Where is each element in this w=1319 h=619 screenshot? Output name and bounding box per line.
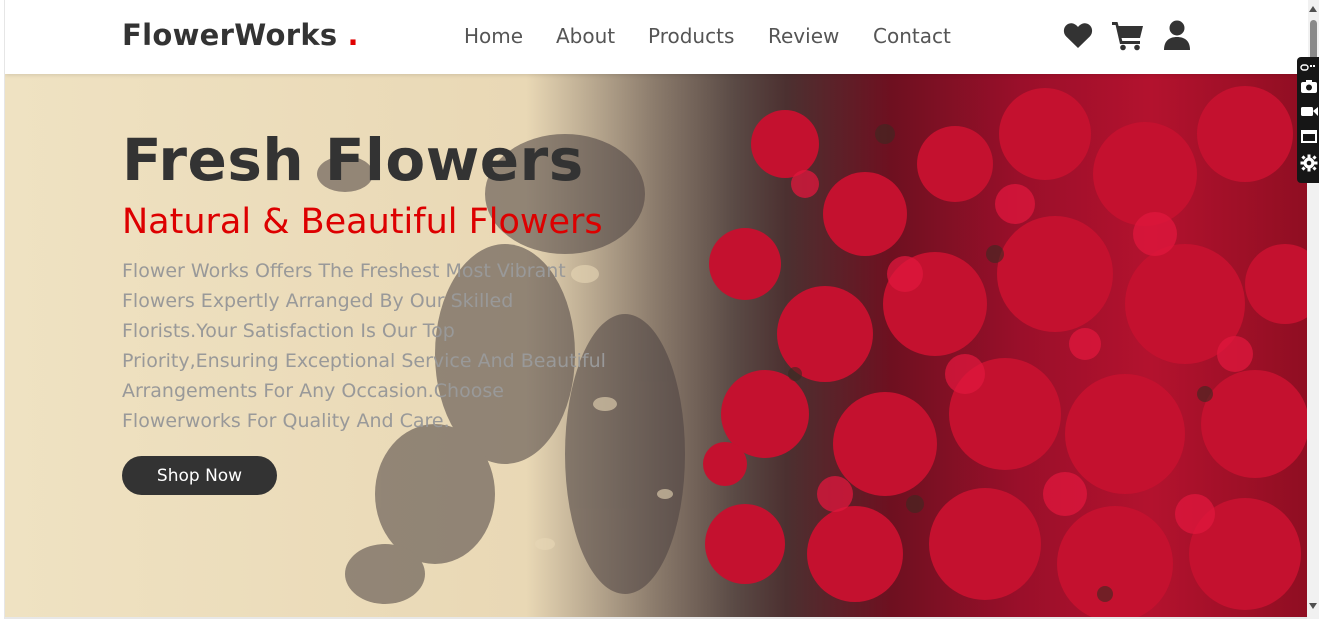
- brand-dot: .: [347, 18, 359, 52]
- window-icon[interactable]: [1300, 127, 1318, 145]
- brand-name: FlowerWorks: [122, 18, 338, 52]
- shop-now-button[interactable]: Shop Now: [122, 456, 277, 495]
- cart-icon[interactable]: [1111, 19, 1145, 51]
- video-icon[interactable]: [1300, 102, 1318, 120]
- site-header: FlowerWorks. Home About Products Review …: [5, 0, 1308, 74]
- scrollbar-thumb[interactable]: [1310, 20, 1317, 62]
- user-icon[interactable]: [1162, 19, 1192, 51]
- hero-title: Fresh Flowers: [122, 126, 584, 194]
- brand-logo[interactable]: FlowerWorks.: [122, 18, 359, 52]
- page-frame: FlowerWorks. Home About Products Review …: [4, 0, 1308, 619]
- hero-section: Fresh Flowers Natural & Beautiful Flower…: [5, 74, 1308, 619]
- scroll-down-arrow-icon[interactable]: [1309, 603, 1317, 609]
- heart-icon[interactable]: [1062, 19, 1094, 51]
- nav-contact[interactable]: Contact: [873, 24, 951, 48]
- capture-toolbar: [1297, 57, 1319, 183]
- scroll-up-arrow-icon[interactable]: [1309, 6, 1317, 12]
- hero-description: Flower Works Offers The Freshest Most Vi…: [122, 260, 606, 432]
- camera-icon[interactable]: [1300, 77, 1318, 95]
- link-icon[interactable]: [1300, 59, 1318, 71]
- nav-home[interactable]: Home: [464, 24, 523, 48]
- hero-subtitle: Natural & Beautiful Flowers: [122, 202, 603, 242]
- gear-icon[interactable]: [1300, 154, 1318, 172]
- nav-about[interactable]: About: [556, 24, 615, 48]
- nav-products[interactable]: Products: [648, 24, 734, 48]
- nav-review[interactable]: Review: [768, 24, 839, 48]
